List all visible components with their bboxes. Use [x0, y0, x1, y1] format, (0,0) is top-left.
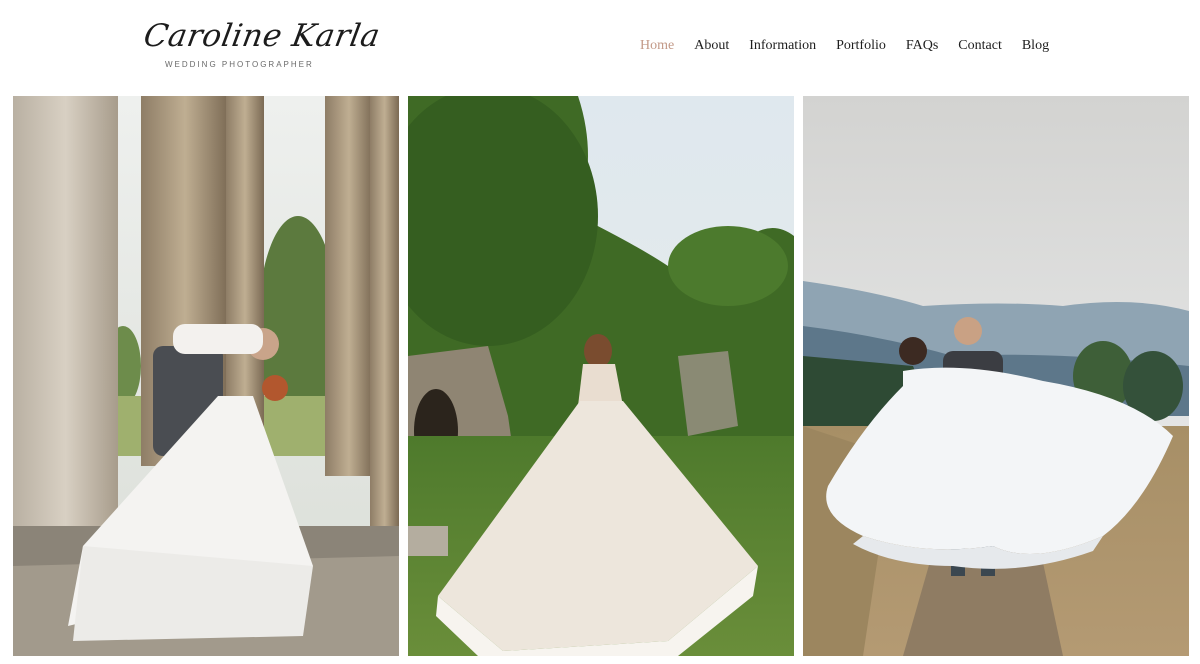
nav-portfolio[interactable]: Portfolio: [836, 38, 886, 54]
nav-contact[interactable]: Contact: [958, 38, 1002, 54]
brand-tagline: WEDDING PHOTOGRAPHER: [165, 60, 314, 69]
nav-faqs[interactable]: FAQs: [906, 38, 938, 54]
photo-mountain-image: [803, 96, 1189, 656]
photo-columns-image: [13, 96, 399, 656]
gallery-photo-mountain[interactable]: [803, 96, 1189, 656]
nav-home[interactable]: Home: [640, 38, 674, 54]
brand-logo[interactable]: Caroline Karla WEDDING PHOTOGRAPHER: [141, 18, 383, 74]
gallery-photo-columns[interactable]: [13, 96, 399, 656]
brand-name: Caroline Karla: [141, 18, 383, 54]
photo-garden-image: [408, 96, 794, 656]
nav-information[interactable]: Information: [749, 38, 816, 54]
main-nav: Home About Information Portfolio FAQs Co…: [640, 38, 1069, 54]
nav-about[interactable]: About: [694, 38, 729, 54]
photo-gallery: [13, 96, 1189, 656]
site-header: Caroline Karla WEDDING PHOTOGRAPHER Home…: [0, 0, 1200, 95]
nav-blog[interactable]: Blog: [1022, 38, 1049, 54]
gallery-photo-garden[interactable]: [408, 96, 794, 656]
